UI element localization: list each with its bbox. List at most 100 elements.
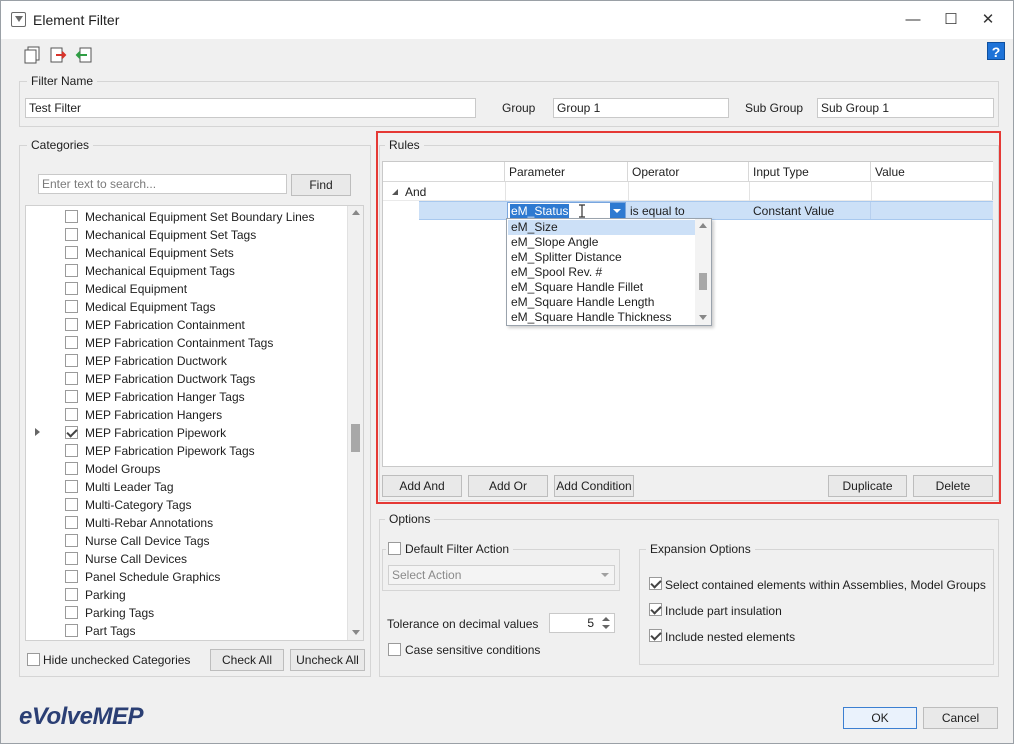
expansion-options-legend: Expansion Options	[646, 542, 755, 556]
category-item[interactable]: MEP Fabrication Pipework	[26, 424, 348, 442]
category-label: MEP Fabrication Ductwork	[85, 354, 227, 368]
rules-highlight-frame	[376, 131, 1001, 504]
category-label: MEP Fabrication Containment	[85, 318, 245, 332]
help-button[interactable]: ?	[987, 42, 1005, 60]
new-filter-icon[interactable]	[23, 46, 41, 64]
import-filter-icon[interactable]	[75, 46, 93, 64]
category-item[interactable]: MEP Fabrication Ductwork Tags	[26, 370, 348, 388]
category-item[interactable]: Mechanical Equipment Set Tags	[26, 226, 348, 244]
category-checkbox[interactable]	[65, 408, 78, 421]
export-filter-icon[interactable]	[49, 46, 67, 64]
category-item[interactable]: Medical Equipment Tags	[26, 298, 348, 316]
category-item[interactable]: MEP Fabrication Containment	[26, 316, 348, 334]
sub-group-input[interactable]: Sub Group 1	[817, 98, 994, 118]
expansion-option-checkbox[interactable]	[649, 629, 662, 642]
ok-button[interactable]: OK	[843, 707, 917, 729]
category-checkbox[interactable]	[65, 552, 78, 565]
category-item[interactable]: MEP Fabrication Ductwork	[26, 352, 348, 370]
evolvemep-logo: eVolveMEP	[19, 703, 144, 730]
category-label: MEP Fabrication Ductwork Tags	[85, 372, 256, 386]
hide-unchecked-checkbox[interactable]	[27, 653, 40, 666]
check-all-button[interactable]: Check All	[210, 649, 284, 671]
category-checkbox[interactable]	[65, 426, 78, 439]
category-checkbox[interactable]	[65, 282, 78, 295]
tolerance-value[interactable]: 5	[587, 616, 594, 630]
category-item[interactable]: Part Tags	[26, 622, 348, 640]
category-item[interactable]: MEP Fabrication Hanger Tags	[26, 388, 348, 406]
expansion-option-checkbox[interactable]	[649, 603, 662, 616]
uncheck-all-button[interactable]: Uncheck All	[290, 649, 365, 671]
category-label: Nurse Call Device Tags	[85, 534, 210, 548]
default-filter-action-checkbox[interactable]	[388, 542, 401, 555]
maximize-button[interactable]: ☐	[934, 7, 968, 33]
category-item[interactable]: Mechanical Equipment Set Boundary Lines	[26, 208, 348, 226]
category-label: MEP Fabrication Hanger Tags	[85, 390, 245, 404]
category-item[interactable]: Panel Schedule Graphics	[26, 568, 348, 586]
category-item[interactable]: Mechanical Equipment Sets	[26, 244, 348, 262]
minimize-button[interactable]: —	[896, 7, 930, 33]
category-checkbox[interactable]	[65, 228, 78, 241]
category-item[interactable]: Parking	[26, 586, 348, 604]
category-item[interactable]: Multi Leader Tag	[26, 478, 348, 496]
category-item[interactable]: MEP Fabrication Hangers	[26, 406, 348, 424]
group-input[interactable]: Group 1	[553, 98, 729, 118]
category-item[interactable]: Mechanical Equipment Tags	[26, 262, 348, 280]
tolerance-spinner[interactable]: 5	[549, 613, 615, 633]
category-label: MEP Fabrication Pipework Tags	[85, 444, 255, 458]
category-checkbox[interactable]	[65, 264, 78, 277]
category-label: MEP Fabrication Hangers	[85, 408, 223, 422]
sub-group-label: Sub Group	[745, 101, 804, 115]
category-item[interactable]: Nurse Call Devices	[26, 550, 348, 568]
category-item[interactable]: Medical Equipment	[26, 280, 348, 298]
category-checkbox[interactable]	[65, 300, 78, 313]
expand-arrow-icon[interactable]	[35, 428, 40, 436]
category-checkbox[interactable]	[65, 390, 78, 403]
category-checkbox[interactable]	[65, 318, 78, 331]
find-button[interactable]: Find	[291, 174, 351, 196]
category-item[interactable]: MEP Fabrication Containment Tags	[26, 334, 348, 352]
category-checkbox[interactable]	[65, 336, 78, 349]
categories-legend: Categories	[27, 138, 94, 152]
category-checkbox[interactable]	[65, 534, 78, 547]
category-label: Medical Equipment Tags	[85, 300, 216, 314]
category-item[interactable]: Multi-Rebar Annotations	[26, 514, 348, 532]
expansion-option-label: Include nested elements	[665, 630, 796, 644]
category-checkbox[interactable]	[65, 588, 78, 601]
category-checkbox[interactable]	[65, 516, 78, 529]
expansion-option-checkbox[interactable]	[649, 577, 662, 590]
expansion-option-label: Include part insulation	[665, 604, 782, 618]
category-item[interactable]: MEP Fabrication Pipework Tags	[26, 442, 348, 460]
scroll-down-icon[interactable]	[352, 630, 360, 635]
close-button[interactable]: ✕	[971, 7, 1005, 33]
select-action-dropdown[interactable]: Select Action	[388, 565, 615, 585]
category-checkbox[interactable]	[65, 462, 78, 475]
default-filter-action-label: Default Filter Action	[405, 542, 510, 556]
case-sensitive-checkbox[interactable]	[388, 643, 401, 656]
spin-up-icon[interactable]	[602, 617, 610, 621]
category-item[interactable]: Multi-Category Tags	[26, 496, 348, 514]
category-label: Parking	[85, 588, 126, 602]
category-checkbox[interactable]	[65, 606, 78, 619]
spin-down-icon[interactable]	[602, 625, 610, 629]
category-checkbox[interactable]	[65, 570, 78, 583]
category-item[interactable]: Nurse Call Device Tags	[26, 532, 348, 550]
category-item[interactable]: Model Groups	[26, 460, 348, 478]
cancel-button[interactable]: Cancel	[923, 707, 998, 729]
filter-name-input[interactable]: Test Filter	[25, 98, 476, 118]
category-checkbox[interactable]	[65, 498, 78, 511]
category-label: Part Tags	[85, 624, 136, 638]
category-checkbox[interactable]	[65, 372, 78, 385]
category-checkbox[interactable]	[65, 624, 78, 637]
category-label: Model Groups	[85, 462, 161, 476]
filter-icon	[11, 12, 26, 27]
scroll-thumb[interactable]	[351, 424, 360, 452]
category-checkbox[interactable]	[65, 354, 78, 367]
scroll-up-icon[interactable]	[352, 210, 360, 215]
category-item[interactable]: Parking Tags	[26, 604, 348, 622]
categories-scrollbar[interactable]	[347, 206, 363, 640]
category-checkbox[interactable]	[65, 210, 78, 223]
category-search-input[interactable]: Enter text to search...	[38, 174, 287, 194]
category-checkbox[interactable]	[65, 444, 78, 457]
category-checkbox[interactable]	[65, 246, 78, 259]
category-checkbox[interactable]	[65, 480, 78, 493]
